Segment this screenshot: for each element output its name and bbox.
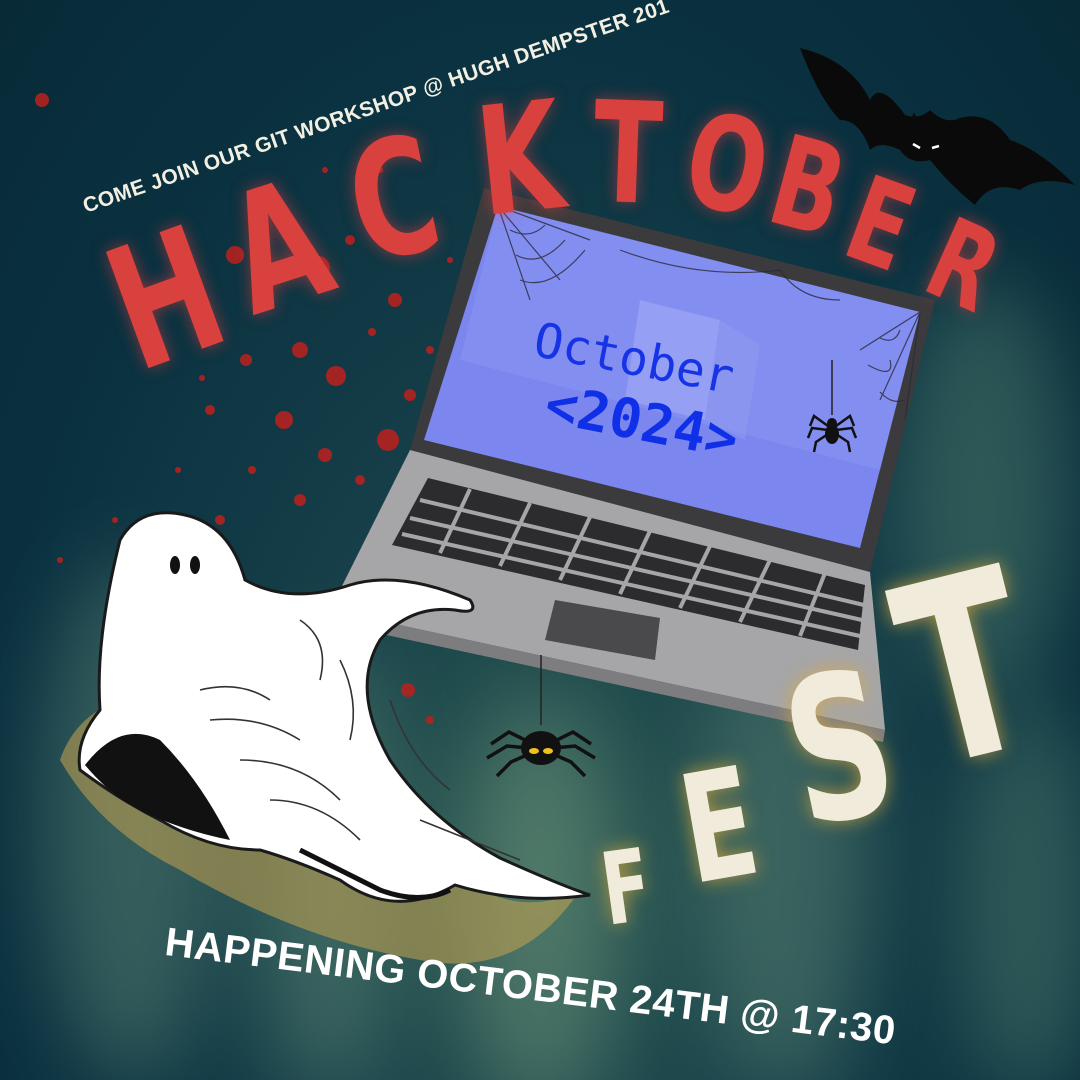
- title-letter-t: T: [590, 71, 665, 238]
- title-letter-k: K: [469, 69, 571, 251]
- hacktoberfest-poster: H A C K T O B E R F E S T October <2024>…: [0, 0, 1080, 1080]
